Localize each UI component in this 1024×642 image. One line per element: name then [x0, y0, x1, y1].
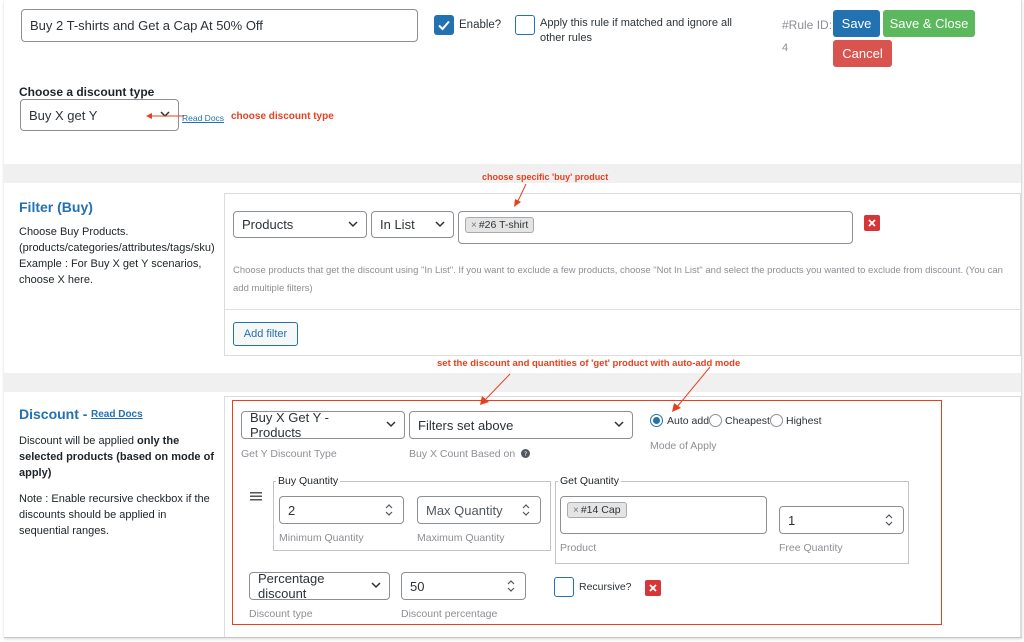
free-quantity-value: 1 — [788, 512, 796, 528]
max-quantity-input[interactable]: Max Quantity — [417, 496, 541, 524]
filter-section-title: Filter (Buy) — [19, 199, 93, 215]
discount-type-annotation: choose discount type — [231, 111, 334, 122]
buy-quantity-legend: Buy Quantity — [278, 475, 339, 487]
stepper-icon[interactable] — [885, 513, 893, 527]
min-quantity-value: 2 — [288, 502, 296, 518]
enable-label: Enable? — [459, 19, 502, 31]
discount-percentage-caption: Discount percentage — [401, 608, 498, 620]
discount-note: Note : Enable recursive checkbox if the … — [19, 493, 210, 537]
free-quantity-caption: Free Quantity — [779, 542, 843, 554]
filter-type-value: Products — [242, 217, 294, 232]
get-product-chip-label: #14 Cap — [580, 504, 621, 516]
recursive-label: Recursive? — [579, 581, 632, 593]
close-icon — [649, 584, 657, 592]
mode-auto-add-radio[interactable] — [650, 414, 663, 427]
mode-of-apply-caption: Mode of Apply — [650, 440, 717, 452]
rule-title-value: Buy 2 T-shirts and Get a Cap At 50% Off — [30, 18, 263, 33]
exclusive-rule-checkbox[interactable] — [515, 15, 535, 35]
stepper-icon[interactable] — [507, 579, 515, 593]
close-icon — [868, 219, 876, 227]
rule-header-section: Buy 2 T-shirts and Get a Cap At 50% Off … — [4, 0, 1021, 164]
filter-panel: Products In List × #26 T-shirt Choose pr… — [224, 193, 1021, 356]
discount-type-value: Buy X get Y — [29, 107, 98, 123]
remove-discount-range-button[interactable] — [645, 580, 661, 596]
free-quantity-input[interactable]: 1 — [779, 506, 904, 534]
buy-count-based-select[interactable]: Filters set above — [409, 411, 633, 439]
filter-section: Filter (Buy) Choose Buy Products. (produ… — [4, 183, 1021, 373]
mode-highest-radio[interactable] — [770, 414, 783, 427]
annotation-arrow-left — [146, 113, 184, 119]
get-discount-type-caption: Get Y Discount Type — [241, 448, 337, 460]
save-button[interactable]: Save — [833, 10, 880, 37]
recursive-checkbox[interactable] — [554, 577, 574, 597]
mode-cheapest-radio[interactable] — [709, 414, 722, 427]
add-filter-button[interactable]: Add filter — [233, 322, 298, 346]
buy-count-based-caption: Buy X Count Based on ? — [409, 448, 531, 460]
product-chip-label: #26 T-shirt — [478, 219, 529, 231]
mode-auto-add-label: Auto add — [667, 415, 710, 427]
discount-calc-type-select[interactable]: Percentage discount — [249, 571, 390, 601]
filter-condition-value: In List — [380, 217, 415, 232]
get-product-chip[interactable]: × #14 Cap — [567, 502, 627, 518]
max-quantity-placeholder: Max Quantity — [426, 502, 503, 518]
checkmark-icon — [438, 20, 450, 31]
discount-type-read-docs-link[interactable]: Read Docs — [182, 113, 224, 123]
discount-type-label: Choose a discount type — [19, 85, 155, 99]
discount-section-title: Discount - — [19, 406, 88, 422]
product-chip[interactable]: × #26 T-shirt — [465, 217, 535, 233]
chevron-down-icon — [371, 582, 381, 589]
discount-percentage-input[interactable]: 50 — [401, 572, 526, 600]
discount-calc-type-caption: Discount type — [249, 608, 313, 620]
save-close-button[interactable]: Save & Close — [883, 10, 975, 37]
discount-desc-prefix: Discount will be applied — [19, 435, 138, 447]
max-quantity-caption: Maximum Quantity — [417, 532, 505, 544]
help-icon[interactable]: ? — [521, 449, 531, 458]
filter-help-text: Choose products that get the discount us… — [233, 265, 1003, 294]
exclusive-rule-label: Apply this rule if matched and ignore al… — [540, 17, 732, 44]
chevron-down-icon — [435, 220, 445, 227]
chevron-down-icon — [348, 220, 358, 227]
buy-count-based-value: Filters set above — [418, 417, 514, 433]
stepper-icon[interactable] — [385, 503, 393, 517]
get-product-caption: Product — [560, 542, 597, 554]
annotation-arrow-down-right — [672, 366, 711, 412]
min-quantity-caption: Minimum Quantity — [279, 532, 364, 544]
filter-description: Choose Buy Products. (products/categorie… — [19, 226, 215, 286]
drag-handle-icon[interactable] — [250, 492, 262, 501]
svg-text:?: ? — [524, 451, 527, 458]
get-discount-type-value: Buy X Get Y - Products — [250, 410, 330, 440]
discount-percentage-value: 50 — [410, 578, 425, 594]
discount-read-docs-link[interactable]: Read Docs — [91, 409, 143, 420]
remove-chip-icon[interactable]: × — [573, 505, 579, 516]
annotation-arrow-down-left — [480, 373, 511, 405]
get-product-multiselect[interactable]: × #14 Cap — [560, 496, 767, 534]
chevron-down-icon — [386, 421, 396, 428]
cancel-button[interactable]: Cancel — [833, 40, 892, 67]
remove-chip-icon[interactable]: × — [471, 220, 477, 231]
discount-calc-type-value: Percentage discount — [258, 571, 325, 601]
min-quantity-input[interactable]: 2 — [279, 496, 404, 524]
chevron-down-icon — [614, 421, 624, 428]
get-discount-type-select[interactable]: Buy X Get Y - Products — [241, 410, 405, 440]
discount-section: Discount - Read Docs Discount will be ap… — [4, 392, 1021, 637]
mode-cheapest-label: Cheapest — [725, 415, 770, 427]
filter-products-multiselect[interactable]: × #26 T-shirt — [458, 211, 853, 244]
annotation-arrow-down — [514, 183, 527, 207]
buy-count-based-caption-text: Buy X Count Based on — [409, 448, 516, 460]
filter-type-select[interactable]: Products — [233, 211, 367, 238]
discount-description: Discount will be applied only the select… — [19, 433, 219, 481]
rule-title-input[interactable]: Buy 2 T-shirts and Get a Cap At 50% Off — [21, 9, 418, 42]
remove-filter-button[interactable] — [864, 215, 880, 231]
filter-condition-select[interactable]: In List — [371, 211, 454, 238]
buy-product-annotation: choose specific 'buy' product — [482, 172, 609, 182]
mode-highest-label: Highest — [786, 415, 822, 427]
rule-id-value: 4 — [782, 42, 789, 54]
enable-checkbox[interactable] — [434, 15, 454, 35]
stepper-icon[interactable] — [522, 503, 530, 517]
radio-dot — [653, 417, 660, 424]
get-quantity-legend: Get Quantity — [560, 475, 619, 487]
filter-divider — [225, 309, 1021, 310]
rule-id-label: #Rule ID: — [782, 18, 833, 32]
rule-editor-frame: Buy 2 T-shirts and Get a Cap At 50% Off … — [4, 0, 1022, 638]
